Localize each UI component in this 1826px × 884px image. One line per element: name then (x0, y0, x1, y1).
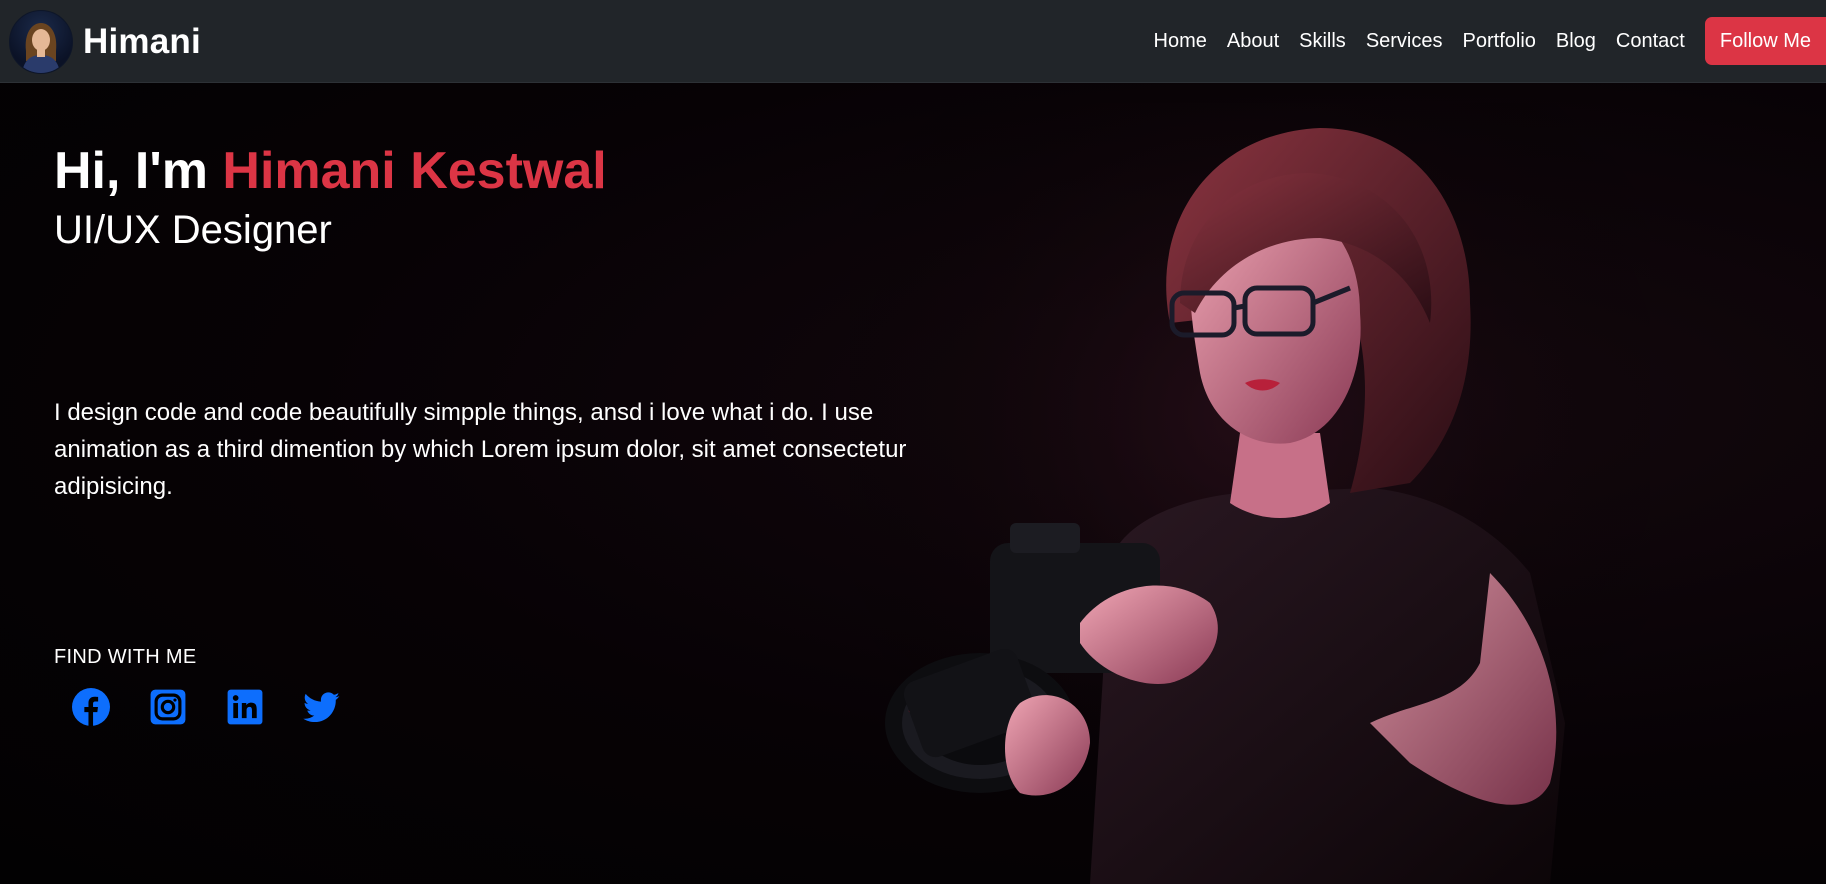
nav-home[interactable]: Home (1154, 30, 1207, 53)
hero-role: UI/UX Designer (54, 208, 332, 253)
hero-bio: I design code and code beautifully simpp… (54, 399, 907, 500)
navbar: Himani Home About Skills Services Portfo… (0, 0, 1826, 83)
nav-services[interactable]: Services (1366, 30, 1443, 53)
linkedin-icon (227, 689, 263, 725)
twitter-link[interactable] (303, 688, 341, 726)
avatar-portrait (22, 23, 60, 73)
nav-blog[interactable]: Blog (1556, 30, 1596, 53)
nav-skills[interactable]: Skills (1299, 30, 1346, 53)
instagram-icon (150, 689, 186, 725)
social-links (72, 688, 380, 726)
hero-section: Hi, I'm Himani Kestwal UI/UX Designer I … (0, 83, 1826, 884)
linkedin-link[interactable] (226, 688, 264, 726)
nav-contact[interactable]: Contact (1616, 30, 1685, 53)
nav-about[interactable]: About (1227, 30, 1279, 53)
follow-me-button[interactable]: Follow Me (1704, 17, 1826, 65)
find-with-me-label: FIND WITH ME (54, 646, 197, 668)
brand-name: Himani (83, 22, 201, 61)
facebook-link[interactable] (72, 688, 110, 726)
twitter-icon (303, 692, 340, 723)
hero-heading-block: Hi, I'm Himani Kestwal UI/UX Designer (54, 142, 954, 253)
facebook-icon (72, 688, 110, 726)
brand[interactable]: Himani (9, 10, 201, 74)
hero-photo (850, 103, 1650, 884)
nav-links: Home About Skills Services Portfolio Blo… (1154, 17, 1826, 65)
avatar (9, 10, 73, 74)
greeting-prefix: Hi, I'm (54, 142, 223, 200)
hero-greeting: Hi, I'm Himani Kestwal (54, 142, 954, 200)
instagram-link[interactable] (149, 688, 187, 726)
nav-portfolio[interactable]: Portfolio (1463, 30, 1536, 53)
hero-name: Himani Kestwal (222, 142, 607, 200)
